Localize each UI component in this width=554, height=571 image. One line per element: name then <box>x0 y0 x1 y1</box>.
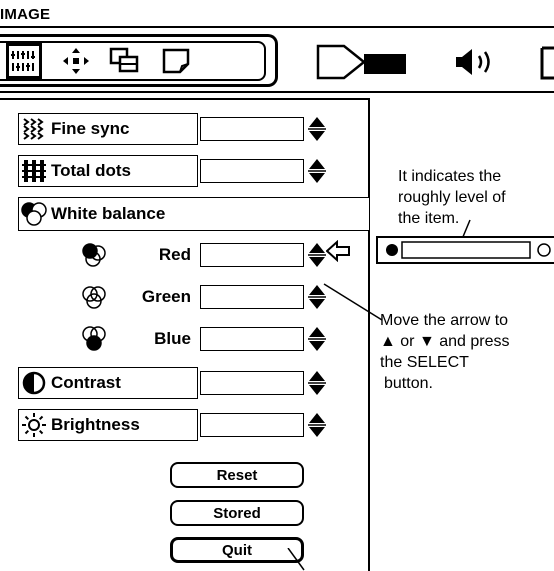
red-level <box>200 243 304 267</box>
contrast-icon <box>21 370 47 396</box>
green-label: Green <box>141 287 191 306</box>
white-balance-icon <box>21 201 47 227</box>
reset-button[interactable]: Reset <box>170 462 304 488</box>
pc-adjust-icon[interactable] <box>106 43 142 79</box>
brightness-icon <box>21 412 47 438</box>
fine-sync-label: Fine sync <box>51 119 130 138</box>
position-icon[interactable] <box>58 43 94 79</box>
row-white-balance[interactable]: White balance <box>18 197 370 231</box>
contrast-level <box>200 371 304 395</box>
contrast-label: Contrast <box>51 373 121 392</box>
total-dots-updown-icon[interactable] <box>308 158 326 184</box>
menu-divider-top <box>0 26 554 28</box>
total-dots-icon <box>21 158 47 184</box>
green-balance-icon <box>81 284 107 310</box>
row-red[interactable]: Red <box>76 239 198 271</box>
window-title: IMAGE <box>0 6 51 23</box>
pointer-arrow-icon <box>326 240 350 262</box>
row-fine-sync[interactable]: Fine sync <box>18 113 198 145</box>
image-adjust-panel: Fine sync Total dots White balance Red G… <box>0 98 370 571</box>
menu-divider-bottom <box>0 91 554 93</box>
sound-icon[interactable] <box>452 46 502 78</box>
setting-icon[interactable] <box>538 46 554 80</box>
total-dots-label: Total dots <box>51 161 131 180</box>
blue-updown-icon[interactable] <box>308 326 326 352</box>
blue-label: Blue <box>154 329 191 348</box>
stored-button[interactable]: Stored <box>170 500 304 526</box>
blue-balance-icon <box>81 326 107 352</box>
blue-level <box>200 327 304 351</box>
row-blue[interactable]: Blue <box>76 323 198 355</box>
level-gauge-example <box>376 236 554 264</box>
row-contrast[interactable]: Contrast <box>18 367 198 399</box>
row-brightness[interactable]: Brightness <box>18 409 198 441</box>
white-balance-label: White balance <box>51 204 166 223</box>
row-green[interactable]: Green <box>76 281 198 313</box>
row-total-dots[interactable]: Total dots <box>18 155 198 187</box>
red-balance-icon <box>81 242 107 268</box>
brightness-label: Brightness <box>51 415 140 434</box>
green-level <box>200 285 304 309</box>
menu-icon-group <box>0 34 278 87</box>
arrow-annotation: Move the arrow to ▲ or ▼ and press the S… <box>380 312 510 392</box>
fine-sync-updown-icon[interactable] <box>308 116 326 142</box>
screen-icon[interactable] <box>158 43 194 79</box>
red-label: Red <box>158 245 191 264</box>
image-adjust-icon[interactable] <box>6 43 42 79</box>
projector-icon[interactable] <box>316 44 412 80</box>
red-updown-icon[interactable] <box>308 242 326 268</box>
fine-sync-level <box>200 117 304 141</box>
contrast-updown-icon[interactable] <box>308 370 326 396</box>
quit-leader-line <box>287 548 305 571</box>
brightness-updown-icon[interactable] <box>308 412 326 438</box>
fine-sync-icon <box>21 116 47 142</box>
brightness-level <box>200 413 304 437</box>
total-dots-level <box>200 159 304 183</box>
